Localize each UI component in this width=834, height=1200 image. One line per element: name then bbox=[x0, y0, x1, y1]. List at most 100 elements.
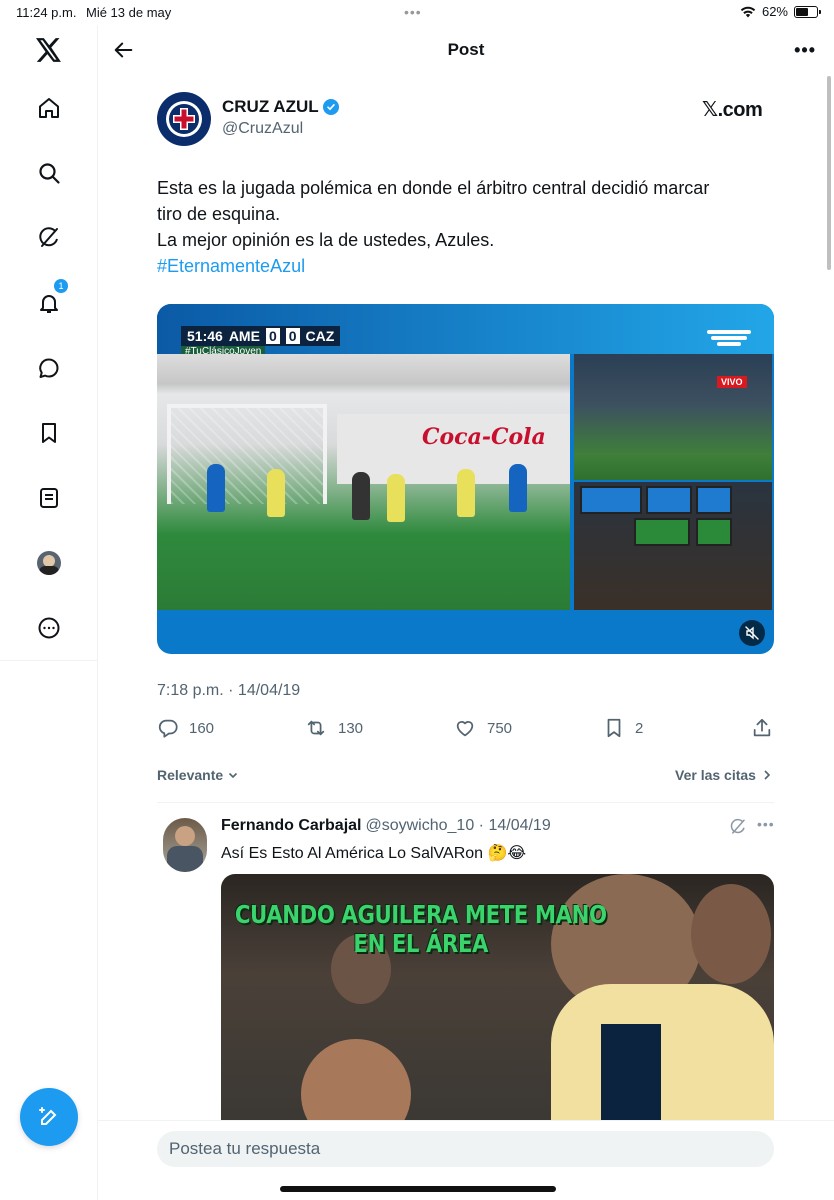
repost-icon bbox=[307, 720, 325, 736]
reply-button[interactable]: 160 bbox=[157, 717, 214, 739]
meme-jersey bbox=[551, 984, 774, 1124]
reply-author-name[interactable]: Fernando Carbajal bbox=[221, 817, 361, 835]
tweet-text-line: Esta es la jugada polémica en donde el á… bbox=[157, 178, 710, 198]
battery-percent: 62% bbox=[761, 4, 788, 19]
var-monitor bbox=[696, 518, 732, 546]
chevron-down-icon bbox=[229, 772, 238, 779]
messages-icon[interactable] bbox=[29, 348, 69, 388]
share-button[interactable] bbox=[751, 717, 773, 739]
author-name-text: CRUZ AZUL bbox=[222, 97, 319, 116]
source-label: 𝕏.com bbox=[702, 99, 763, 121]
home-score: 0 bbox=[265, 328, 280, 344]
home-team: AME bbox=[228, 328, 260, 344]
live-badge: VIVO bbox=[717, 376, 747, 388]
notification-badge: 1 bbox=[54, 279, 68, 293]
pitch-camera-view: Coca-Cola bbox=[157, 354, 570, 610]
post-header: Post ••• bbox=[98, 26, 834, 74]
bookmark-button[interactable]: 2 bbox=[603, 717, 643, 739]
sidebar: 1 bbox=[0, 26, 98, 1200]
var-monitor bbox=[634, 518, 690, 546]
speaker-muted-icon bbox=[745, 626, 759, 640]
match-clock: 51:46 bbox=[187, 328, 223, 344]
chevron-right-icon bbox=[764, 770, 771, 780]
post-timestamp[interactable]: 7:18 p.m. · 14/04/19 bbox=[157, 682, 300, 700]
sort-label: Relevante bbox=[157, 767, 224, 783]
away-score: 0 bbox=[285, 328, 300, 344]
author-avatar[interactable] bbox=[157, 92, 211, 146]
repost-count: 130 bbox=[338, 719, 364, 737]
like-button[interactable]: 750 bbox=[453, 717, 512, 739]
x-logo-icon[interactable] bbox=[29, 30, 69, 70]
tweet-video[interactable]: 51:46 AME 0 0 CAZ #TuClásicoJoven Coca-C… bbox=[157, 304, 774, 654]
status-right: 62% bbox=[740, 4, 821, 19]
wifi-icon bbox=[740, 6, 756, 17]
sort-dropdown[interactable]: Relevante bbox=[157, 767, 239, 783]
avatar bbox=[37, 551, 61, 575]
bookmark-count: 2 bbox=[635, 719, 644, 737]
section-divider bbox=[157, 802, 774, 803]
reply-image[interactable]: CUANDO AGUILERA METE MANO EN EL ÁREA bbox=[221, 874, 774, 1124]
repost-button[interactable]: 130 bbox=[304, 717, 363, 739]
view-quotes-label: Ver las citas bbox=[675, 767, 756, 783]
status-bar: 11:24 p.m. Mié 13 de may ••• 62% bbox=[0, 0, 834, 26]
var-room-view bbox=[574, 482, 772, 610]
meme-caption: CUANDO AGUILERA METE MANO EN EL ÁREA bbox=[234, 900, 607, 958]
view-quotes-link[interactable]: Ver las citas bbox=[675, 767, 772, 783]
grok-icon[interactable] bbox=[29, 218, 69, 258]
compose-button[interactable] bbox=[20, 1088, 78, 1146]
player-figure bbox=[457, 469, 475, 517]
player-figure bbox=[352, 472, 370, 520]
meme-face bbox=[301, 1039, 411, 1124]
battery-icon bbox=[794, 5, 821, 18]
scoreboard: 51:46 AME 0 0 CAZ bbox=[181, 326, 341, 346]
lists-icon[interactable] bbox=[29, 478, 69, 518]
reply-grok-button[interactable] bbox=[729, 818, 747, 841]
home-icon[interactable] bbox=[29, 88, 69, 128]
ad-text: Coca-Cola bbox=[422, 424, 546, 450]
var-camera-view bbox=[574, 354, 772, 480]
reply-input[interactable]: Postea tu respuesta bbox=[157, 1131, 774, 1167]
reply-text: Así Es Esto Al América Lo SalVARon 🤔😂 bbox=[221, 845, 527, 862]
profile-avatar[interactable] bbox=[29, 543, 69, 583]
arrow-left-icon bbox=[114, 42, 133, 58]
more-circle-icon[interactable] bbox=[29, 608, 69, 648]
televisa-logo-icon bbox=[707, 330, 751, 346]
reply-author-avatar[interactable] bbox=[163, 818, 207, 872]
sidebar-divider bbox=[0, 660, 98, 661]
compose-icon bbox=[39, 1107, 57, 1125]
search-icon[interactable] bbox=[29, 153, 69, 193]
scrollbar[interactable] bbox=[827, 76, 831, 270]
player-figure bbox=[267, 469, 285, 517]
tweet-text: Esta es la jugada polémica en donde el á… bbox=[157, 175, 767, 279]
verified-badge-icon bbox=[322, 99, 339, 115]
reply-handle-date[interactable]: @soywicho_10 · 14/04/19 bbox=[365, 817, 550, 835]
bell-icon[interactable]: 1 bbox=[29, 279, 69, 323]
bookmark-icon[interactable] bbox=[29, 413, 69, 453]
tweet-text-line: La mejor opinión es la de ustedes, Azule… bbox=[157, 230, 495, 250]
cruz-azul-logo bbox=[160, 95, 208, 143]
goal-net bbox=[167, 404, 327, 504]
bookmark-icon bbox=[607, 718, 621, 738]
author-name[interactable]: CRUZ AZUL bbox=[222, 97, 339, 117]
mute-button[interactable] bbox=[739, 620, 765, 646]
var-monitor bbox=[696, 486, 732, 514]
author-handle[interactable]: @CruzAzul bbox=[222, 120, 303, 138]
var-monitor bbox=[646, 486, 692, 514]
tweet-text-line: tiro de esquina. bbox=[157, 204, 281, 224]
share-icon bbox=[753, 718, 771, 737]
back-button[interactable] bbox=[108, 34, 140, 66]
away-team: CAZ bbox=[305, 328, 335, 344]
multitask-dots-icon[interactable]: ••• bbox=[404, 4, 422, 20]
player-figure bbox=[387, 474, 405, 522]
hashtag-link[interactable]: #EternamenteAzul bbox=[157, 253, 767, 279]
grok-icon bbox=[730, 818, 745, 834]
reply-count: 160 bbox=[189, 719, 215, 737]
reply-more-button[interactable]: ••• bbox=[757, 816, 775, 832]
page-title: Post bbox=[447, 40, 485, 59]
home-indicator[interactable] bbox=[280, 1186, 556, 1192]
status-time: 11:24 p.m. bbox=[16, 5, 77, 20]
player-figure bbox=[207, 464, 225, 512]
more-options-button[interactable]: ••• bbox=[794, 40, 816, 61]
player-figure bbox=[509, 464, 527, 512]
meme-face bbox=[691, 884, 771, 984]
